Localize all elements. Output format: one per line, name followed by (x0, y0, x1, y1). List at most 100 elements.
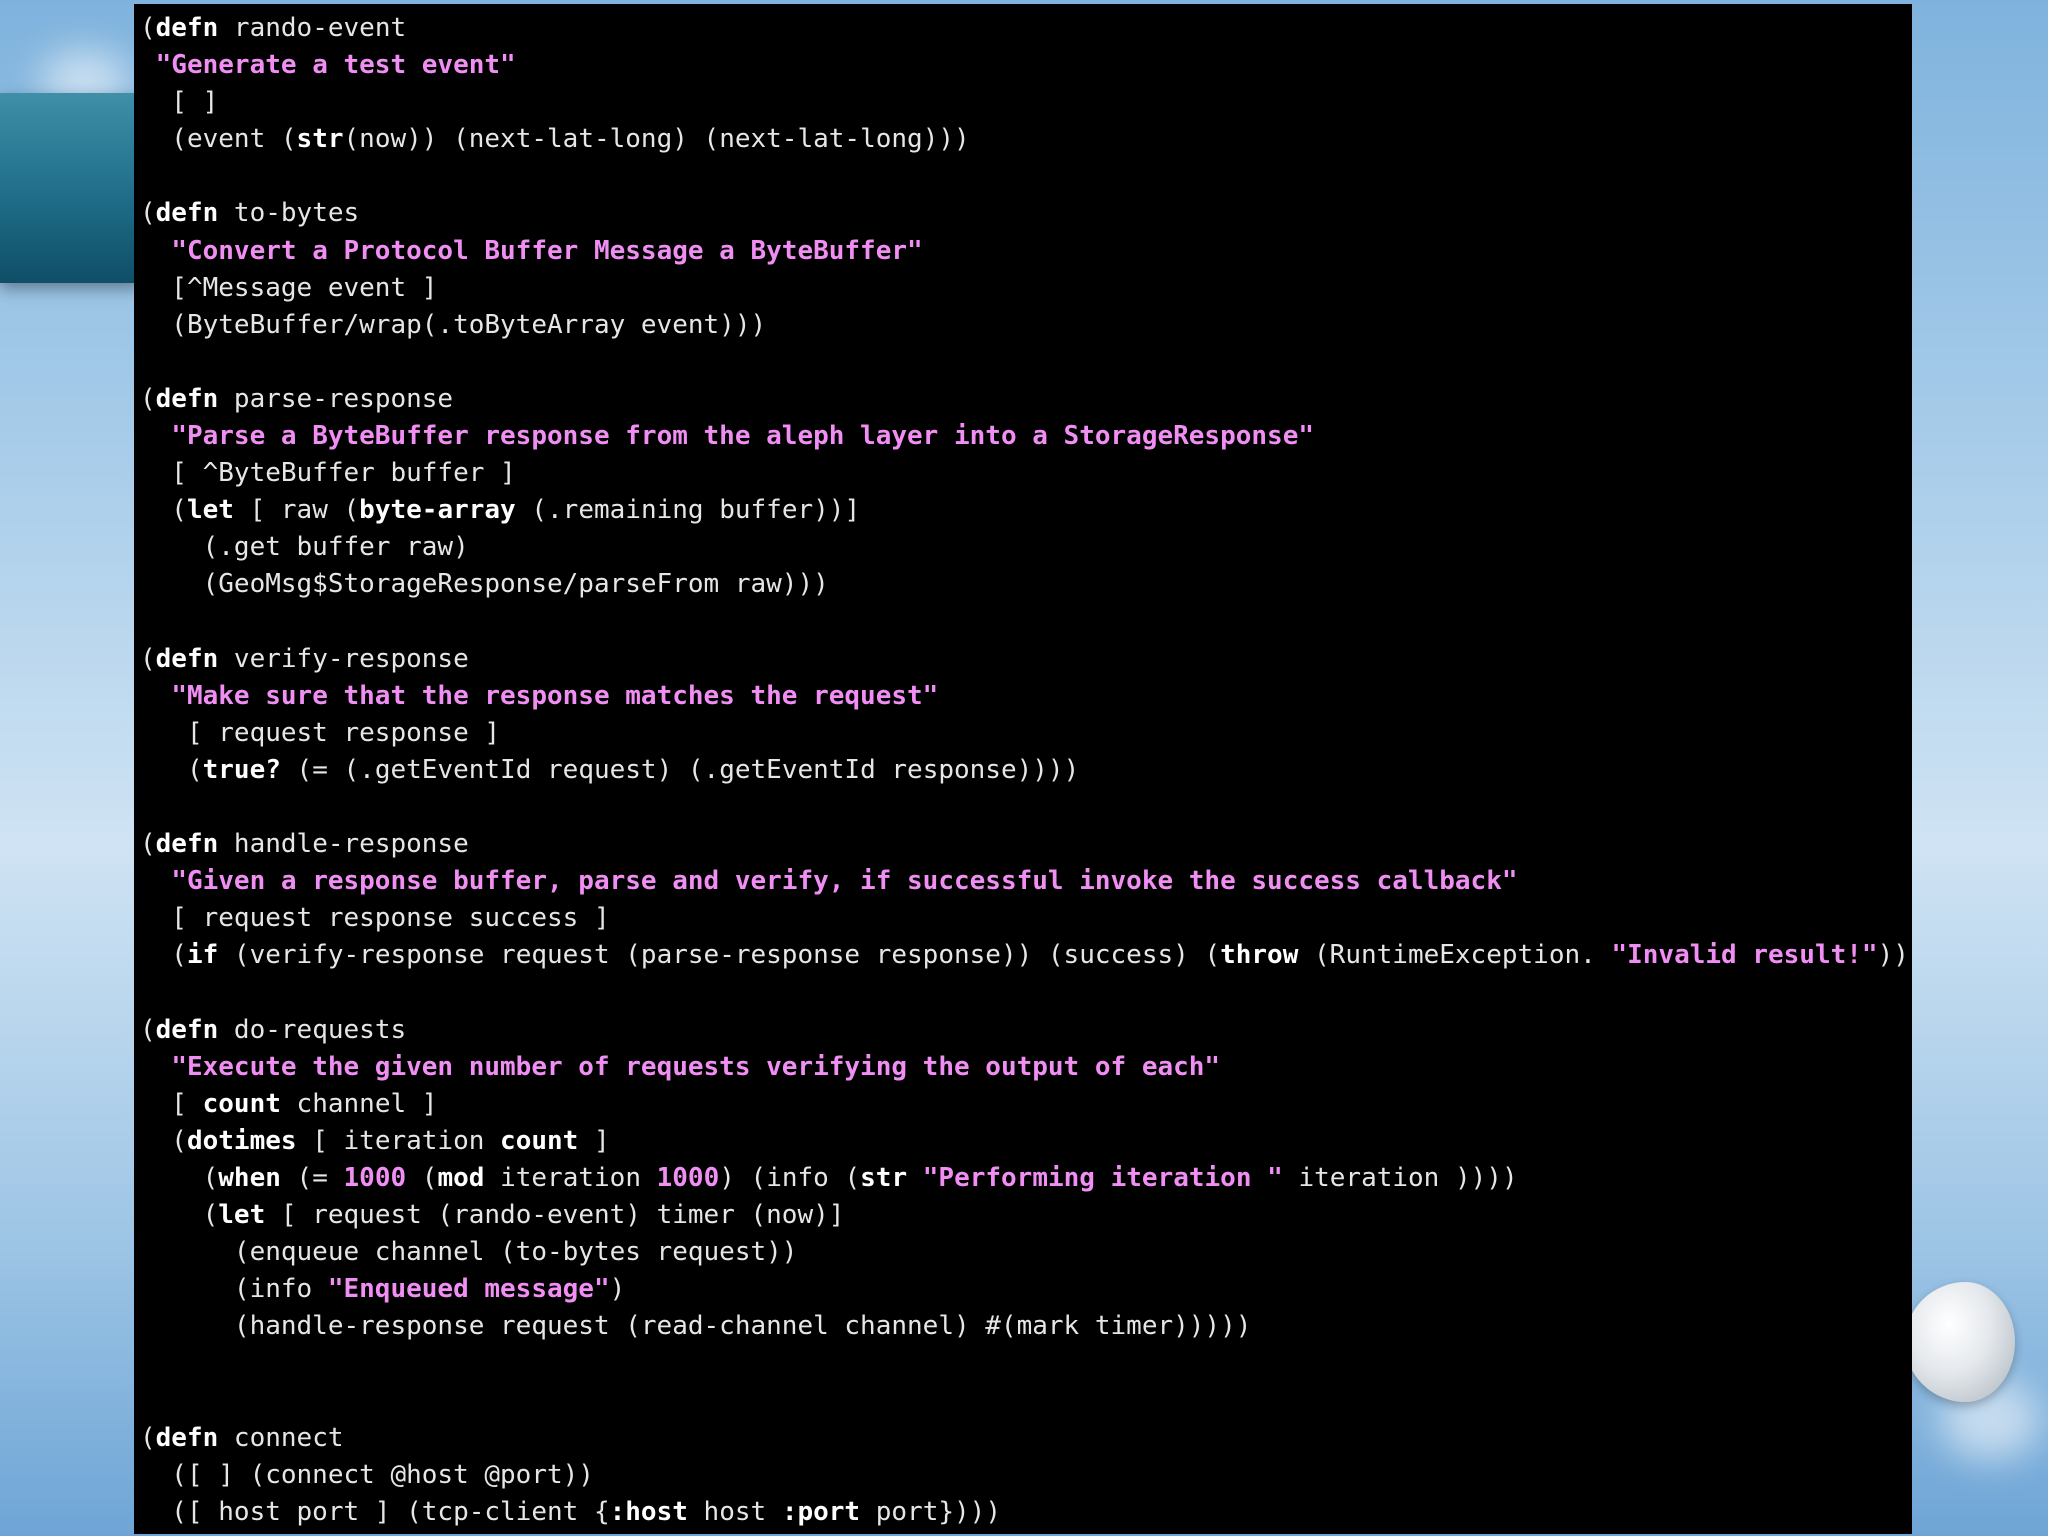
code-line: ([ ] (connect @host @port)) (140, 1457, 1912, 1494)
code-line: (defn do-requests (140, 1012, 1912, 1049)
code-token: if (186, 940, 219, 971)
code-token: ( (140, 13, 156, 43)
code-line: (defn parse-response (140, 381, 1912, 418)
code-line: (.get buffer raw) (140, 529, 1912, 566)
code-token: ( (140, 829, 156, 860)
code-token: connect (218, 1422, 344, 1453)
code-token: ( (140, 940, 187, 971)
code-token: (event ( (140, 124, 297, 155)
code-token: :port (781, 1496, 861, 1527)
code-token: )))) (1877, 940, 1912, 971)
code-token: ( (140, 1125, 187, 1156)
code-token: (ByteBuffer/wrap(.toByteArray event))) (140, 309, 767, 340)
code-token: ] (578, 1125, 610, 1156)
code-line: [ ] (140, 84, 1912, 121)
code-token: (now)) (next-lat-long) (next-lat-long))) (343, 124, 970, 155)
code-token: let (186, 495, 234, 526)
code-line: "Generate a test event" (140, 47, 1912, 84)
code-token: [^Message event ] (140, 272, 438, 303)
code-token: host (687, 1496, 782, 1527)
code-token: "Enqueued message" (327, 1274, 610, 1305)
code-line: (let [ raw (byte-array (.remaining buffe… (140, 492, 1912, 529)
code-token: ( (140, 1422, 156, 1453)
code-line: [ request response ] (140, 715, 1912, 752)
code-line: "Convert a Protocol Buffer Message a Byt… (140, 233, 1912, 270)
code-line: (handle-response request (read-channel c… (140, 1308, 1912, 1345)
code-token: ( (406, 1162, 438, 1193)
code-token: [ (140, 1088, 203, 1119)
code-token: 1000 (343, 1162, 407, 1193)
code-token: iteration )))) (1282, 1162, 1518, 1193)
code-token: iteration (484, 1162, 657, 1193)
code-token: mod (437, 1162, 485, 1193)
code-token: "Generate a test event" (155, 50, 516, 81)
code-token: [ ^ByteBuffer buffer ] (140, 458, 516, 489)
code-token: "Parse a ByteBuffer response from the al… (171, 421, 1315, 452)
code-token: byte-array (359, 495, 516, 526)
code-token: let (218, 1200, 266, 1230)
code-token: port}))) (860, 1496, 1001, 1527)
code-token: when (218, 1162, 281, 1193)
code-token: channel ] (280, 1088, 438, 1119)
code-line: "Given a response buffer, parse and veri… (140, 863, 1912, 900)
code-token: count (500, 1125, 579, 1156)
code-token: (info (140, 1274, 328, 1305)
code-token: (= (.getEventId request) (.getEventId re… (280, 754, 1080, 785)
code-token: [ request response success ] (140, 903, 610, 934)
code-token: ) (info ( (719, 1162, 861, 1193)
code-token: [ request (rando-event) timer (now)] (265, 1200, 845, 1230)
code-token: ( (140, 1200, 219, 1230)
code-token: ( (140, 1162, 219, 1193)
code-token: defn (155, 198, 219, 229)
code-token: ( (140, 495, 187, 526)
code-line: (when (= 1000 (mod iteration 1000) (info… (140, 1160, 1912, 1197)
code-line: "Execute the given number of requests ve… (140, 1049, 1912, 1086)
code-token: "Execute the given number of requests ve… (171, 1051, 1221, 1082)
code-token: defn (155, 13, 219, 43)
code-token: [ ] (140, 87, 219, 118)
code-token: ( (140, 754, 203, 785)
code-line: (event (str(now)) (next-lat-long) (next-… (140, 121, 1912, 158)
background-blimp (1905, 1282, 2015, 1402)
code-token: "Make sure that the response matches the… (171, 680, 939, 711)
code-line: [ count channel ] (140, 1086, 1912, 1123)
code-token: rando-event (218, 13, 407, 43)
code-token: ( (140, 1014, 156, 1045)
code-token: ) (609, 1274, 626, 1305)
code-token: "Performing iteration " (922, 1162, 1283, 1193)
code-line: [ ^ByteBuffer buffer ] (140, 455, 1912, 492)
code-token: throw (1220, 940, 1299, 971)
code-token: ( (140, 383, 156, 414)
code-line: [ request response success ] (140, 900, 1912, 937)
code-line: (true? (= (.getEventId request) (.getEve… (140, 752, 1912, 789)
code-token: 1000 (656, 1162, 720, 1193)
code-token: parse-response (218, 383, 454, 414)
code-line: (if (verify-response request (parse-resp… (140, 937, 1912, 974)
code-token: handle-response (218, 829, 469, 860)
code-token: count (202, 1088, 281, 1119)
code-token: [ iteration (296, 1125, 501, 1156)
code-token: defn (155, 643, 219, 674)
code-token: [ request response ] (140, 717, 501, 748)
code-token: :host (609, 1496, 688, 1527)
code-line: (ByteBuffer/wrap(.toByteArray event))) (140, 307, 1912, 344)
code-token: str (296, 124, 344, 155)
code-token: ( (140, 643, 156, 674)
code-token: (.get buffer raw) (140, 532, 469, 563)
code-token: "Convert a Protocol Buffer Message a Byt… (171, 235, 923, 266)
code-line: (dotimes [ iteration count ] (140, 1123, 1912, 1160)
code-editor-window: (defn rando-event "Generate a test event… (134, 4, 1912, 1534)
